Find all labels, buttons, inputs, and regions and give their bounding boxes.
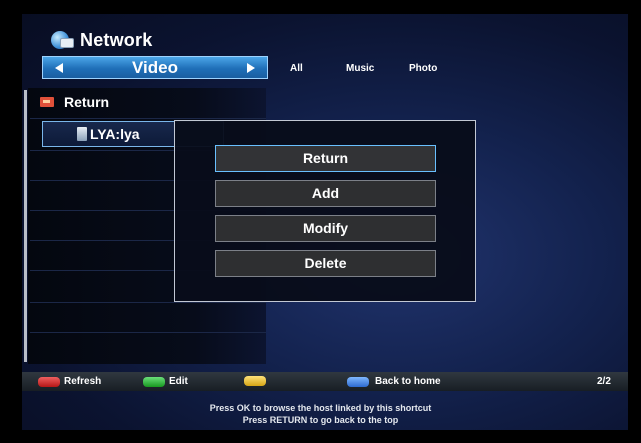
- back-home-action[interactable]: Back to home: [347, 376, 441, 387]
- back-home-label: Back to home: [375, 376, 441, 387]
- context-menu: Return Add Modify Delete: [174, 120, 476, 302]
- arrow-left-icon[interactable]: [55, 62, 63, 73]
- hint-line-1: Press OK to browse the host linked by th…: [209, 403, 432, 413]
- yellow-key-icon: [244, 376, 266, 386]
- list-divider: [30, 302, 266, 303]
- refresh-label: Refresh: [64, 376, 102, 387]
- refresh-action[interactable]: Refresh: [38, 376, 101, 387]
- network-globe-icon: [48, 29, 74, 51]
- tab-all[interactable]: All: [290, 63, 346, 74]
- category-selector[interactable]: Video: [42, 56, 268, 79]
- add-button[interactable]: Add: [215, 180, 436, 207]
- edit-label: Edit: [169, 376, 188, 387]
- red-key-icon: [38, 376, 60, 387]
- list-item-label: LYA:lya: [90, 126, 140, 142]
- tab-photo[interactable]: Photo: [409, 63, 437, 74]
- list-divider: [30, 332, 266, 333]
- return-button[interactable]: Return: [215, 145, 436, 172]
- footer-bar: [22, 372, 628, 391]
- computer-icon: [77, 127, 87, 141]
- media-tabs: All Music Photo: [290, 63, 437, 74]
- return-icon: [40, 97, 54, 107]
- blue-key-icon: [347, 376, 369, 387]
- edit-action[interactable]: Edit: [143, 376, 188, 387]
- scrollbar[interactable]: [24, 90, 27, 362]
- category-current: Video: [132, 57, 178, 77]
- list-divider: [30, 118, 266, 119]
- modify-button[interactable]: Modify: [215, 215, 436, 242]
- hint-line-2: Press RETURN to go back to the top: [242, 415, 399, 425]
- tab-music[interactable]: Music: [346, 63, 409, 74]
- delete-button[interactable]: Delete: [215, 250, 436, 277]
- green-key-icon: [143, 376, 165, 387]
- page-title: Network: [48, 29, 152, 51]
- list-item-label: Return: [64, 94, 110, 110]
- page-title-text: Network: [80, 29, 153, 50]
- list-item-return[interactable]: Return: [40, 94, 109, 110]
- yellow-action[interactable]: [244, 376, 270, 386]
- arrow-right-icon[interactable]: [246, 62, 255, 73]
- page-indicator: 2/2: [597, 376, 611, 387]
